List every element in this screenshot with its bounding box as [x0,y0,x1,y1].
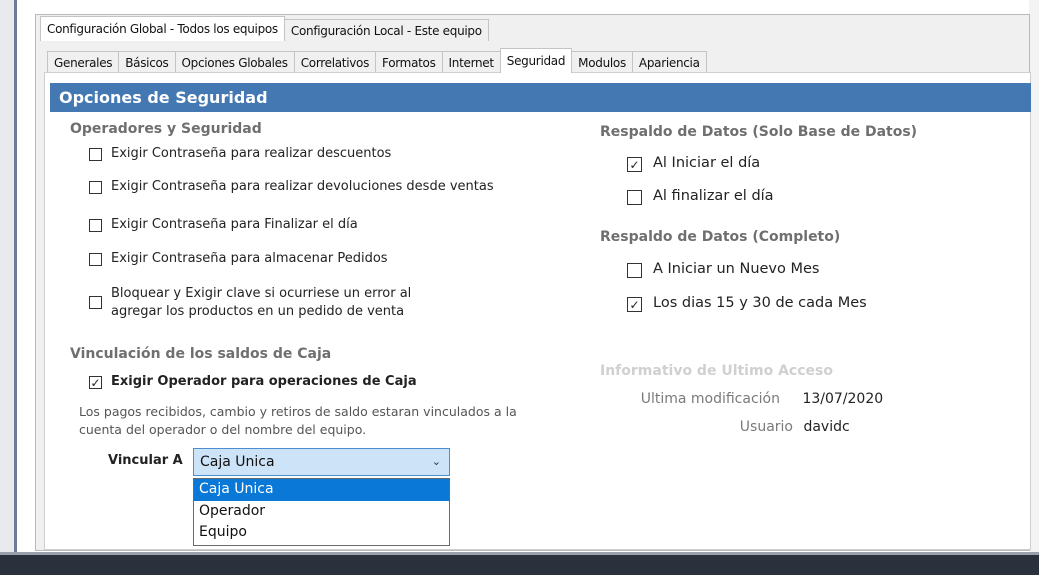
option-equipo[interactable]: Equipo [194,522,449,544]
checkbox-al-iniciar[interactable]: ✓ [627,157,642,172]
checkbox-al-finalizar[interactable] [627,190,642,205]
window-left-border [14,0,17,575]
option-caja-unica[interactable]: Caja Unica [194,479,449,501]
ultima-modificacion: Ultima modificación 13/07/2020 [630,391,883,407]
checkbox-label: Bloquear y Exigir clave si ocurriese un … [111,286,412,319]
tab-configuracion-global[interactable]: Configuración Global - Todos los equipos [40,16,285,41]
checkbox-row-al-finalizar[interactable]: Al finalizar el día [627,188,774,205]
usuario: Usuario davidc [630,419,850,435]
checkbox-bloquear[interactable] [89,296,102,309]
usuario-value: davidc [803,419,850,435]
tab-opciones-globales[interactable]: Opciones Globales [174,51,295,73]
checkbox-label: A Iniciar un Nuevo Mes [653,261,820,277]
ultima-modificacion-value: 13/07/2020 [802,391,884,407]
operadores-heading: Operadores y Seguridad [70,121,262,137]
tab-internet[interactable]: Internet [441,51,501,73]
checkbox-row-exigir-operador[interactable]: ✓ Exigir Operador para operaciones de Ca… [89,374,417,389]
checkbox-row-dias-15-30[interactable]: ✓ Los dias 15 y 30 de cada Mes [627,295,867,312]
checkbox-label: Exigir Contraseña para almacenar Pedidos [111,251,388,266]
checkbox-devoluciones[interactable] [89,181,102,194]
checkbox-label: Exigir Contraseña para realizar descuent… [111,146,392,161]
sub-tabs: Generales Básicos Opciones Globales Corr… [47,48,707,73]
checkbox-row-bloquear[interactable]: Bloquear y Exigir clave si ocurriese un … [89,285,451,321]
ultima-modificacion-label: Ultima modificación [640,391,780,407]
checkbox-finalizar-dia[interactable] [89,219,102,232]
chevron-down-icon: ⌄ [431,455,441,468]
checkbox-label: Al finalizar el día [653,188,774,204]
checkbox-nuevo-mes[interactable] [627,263,642,278]
respaldo-completo-heading: Respaldo de Datos (Completo) [600,229,841,245]
tab-seguridad[interactable]: Seguridad [499,48,573,73]
tab-basicos[interactable]: Básicos [118,51,176,73]
usuario-label: Usuario [739,419,793,435]
option-operador[interactable]: Operador [194,501,449,523]
checkbox-pedidos[interactable] [89,253,102,266]
section-title: Opciones de Seguridad [50,83,1031,112]
vincular-label: Vincular A [108,453,183,468]
checkbox-label: Exigir Contraseña para Finalizar el día [111,217,358,232]
checkbox-descuentos[interactable] [89,148,102,161]
checkbox-row-finalizar-dia[interactable]: Exigir Contraseña para Finalizar el día [89,217,358,232]
vincular-select-value: Caja Unica [200,454,275,470]
tab-formatos[interactable]: Formatos [375,51,443,73]
vinculacion-heading: Vinculación de los saldos de Caja [70,346,332,362]
checkbox-row-devoluciones[interactable]: Exigir Contraseña para realizar devoluci… [89,179,494,194]
checkbox-label: Al Iniciar el día [653,155,761,171]
tab-correlativos[interactable]: Correlativos [293,51,377,73]
tab-modulos[interactable]: Modulos [571,51,633,73]
vincular-select[interactable]: Caja Unica ⌄ [193,448,450,476]
checkbox-label: Exigir Contraseña para realizar devoluci… [111,179,494,194]
checkbox-label: Exigir Operador para operaciones de Caja [111,374,417,389]
vinculacion-note: Los pagos recibidos, cambio y retiros de… [79,404,517,437]
respaldo-bd-heading: Respaldo de Datos (Solo Base de Datos) [600,124,918,140]
informativo-heading: Informativo de Ultimo Acceso [600,363,833,379]
top-tabs: Configuración Global - Todos los equipos… [40,16,489,41]
checkbox-dias-15-30[interactable]: ✓ [627,297,642,312]
checkbox-row-pedidos[interactable]: Exigir Contraseña para almacenar Pedidos [89,251,388,266]
window-left-edge [0,0,14,575]
vincular-dropdown-list: Caja Unica Operador Equipo [193,478,450,546]
tab-configuracion-local[interactable]: Configuración Local - Este equipo [283,19,489,41]
tab-generales[interactable]: Generales [47,51,120,73]
checkbox-row-descuentos[interactable]: Exigir Contraseña para realizar descuent… [89,146,391,161]
checkbox-row-nuevo-mes[interactable]: A Iniciar un Nuevo Mes [627,261,819,278]
taskbar [0,555,1039,575]
checkbox-label: Los dias 15 y 30 de cada Mes [653,295,867,311]
checkbox-exigir-operador[interactable]: ✓ [89,376,102,389]
tab-apariencia[interactable]: Apariencia [631,51,707,73]
checkbox-row-al-iniciar[interactable]: ✓ Al Iniciar el día [627,155,760,172]
